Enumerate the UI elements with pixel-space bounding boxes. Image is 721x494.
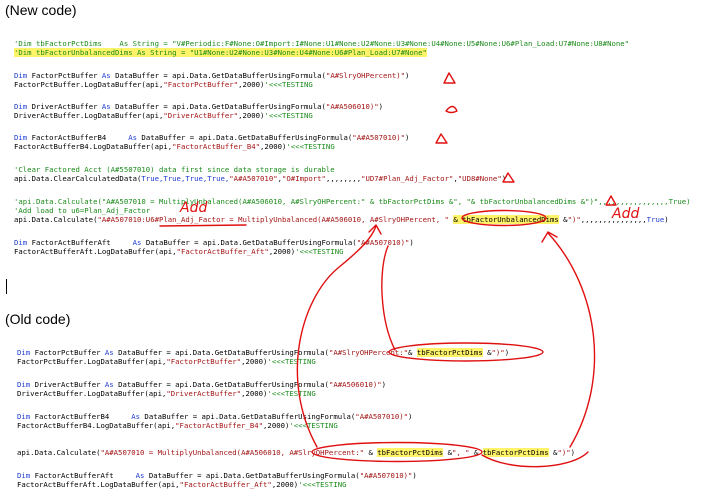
code-line-dim-factor-act-b4-old: Dim FactorActBufferB4 As DataBuffer = ap…: [17, 412, 413, 421]
arrow-head-icon: [368, 224, 382, 235]
code-line-comment-highlighted: 'Dim tbFactorUnbalancedDims As String = …: [14, 48, 427, 57]
new-code-heading: (New code): [5, 2, 77, 18]
add-annotation-label: Add: [180, 200, 208, 216]
code-line-comment: 'Dim tbFactorPctDims As String = "V#Peri…: [14, 39, 630, 48]
underline-mark: [159, 224, 247, 227]
code-line-calculate-new: api.Data.Calculate("A#A507010:U6#Plan_Ad…: [14, 215, 669, 224]
triangle-marker-icon: [445, 105, 458, 114]
code-line-log-factor-pct: FactorPctBuffer.LogDataBuffer(api,"Facto…: [14, 80, 313, 89]
triangle-marker-icon: [435, 133, 448, 144]
code-line-log-factor-act-aft: FactorActBufferAft.LogDataBuffer(api,"Fa…: [14, 247, 344, 256]
code-line-log-factor-act-b4-old: FactorActBufferB4.LogDataBuffer(api,"Fac…: [17, 421, 338, 430]
code-line-log-driver-act-old: DriverActBuffer.LogDataBuffer(api,"Drive…: [17, 389, 316, 398]
add-annotation-label: Add: [612, 206, 640, 222]
code-line-log-factor-pct-old: FactorPctBuffer.LogDataBuffer(api,"Facto…: [17, 357, 316, 366]
old-code-heading: (Old code): [5, 311, 71, 327]
code-line-log-driver-act: DriverActBuffer.LogDataBuffer(api,"Drive…: [14, 111, 313, 120]
code-line-dim-factor-act-aft: Dim FactorActBufferAft As DataBuffer = a…: [14, 238, 414, 247]
code-line-comment-clear: 'Clear Factored Acct (A#5507010) data fi…: [14, 165, 335, 174]
code-line-comment-calculate: 'api.Data.Calculate("A#A507010 = Multipl…: [14, 197, 691, 206]
code-line-clear-calculated: api.Data.ClearCalculatedData(True,True,T…: [14, 174, 507, 183]
code-line-log-factor-act-b4: FactorActBufferB4.LogDataBuffer(api,"Fac…: [14, 142, 335, 151]
code-line-log-factor-act-aft-old: FactorActBufferAft.LogDataBuffer(api,"Fa…: [17, 480, 347, 489]
code-line-dim-driver-act-old: Dim DriverActBuffer As DataBuffer = api.…: [17, 380, 387, 389]
connector-arrow: [547, 232, 596, 448]
code-line-dim-factor-pct-old: Dim FactorPctBuffer As DataBuffer = api.…: [17, 348, 510, 357]
connector-arrow: [381, 245, 396, 351]
code-line-dim-factor-pct: Dim FactorPctBuffer As DataBuffer = api.…: [14, 71, 410, 80]
text-cursor: [6, 279, 7, 294]
triangle-marker-icon: [443, 72, 456, 84]
code-line-calculate-old: api.Data.Calculate("A#A507010 = Multiply…: [17, 448, 576, 457]
code-line-dim-factor-act-b4: Dim FactorActBufferB4 As DataBuffer = ap…: [14, 133, 410, 142]
code-line-dim-factor-act-aft-old: Dim FactorActBufferAft As DataBuffer = a…: [17, 471, 417, 480]
arrow-head-icon: [541, 231, 558, 243]
code-line-dim-driver-act: Dim DriverActBuffer As DataBuffer = api.…: [14, 102, 384, 111]
code-line-comment-add-load: 'Add load to u6=Plan_Adj_Factor: [14, 206, 151, 215]
